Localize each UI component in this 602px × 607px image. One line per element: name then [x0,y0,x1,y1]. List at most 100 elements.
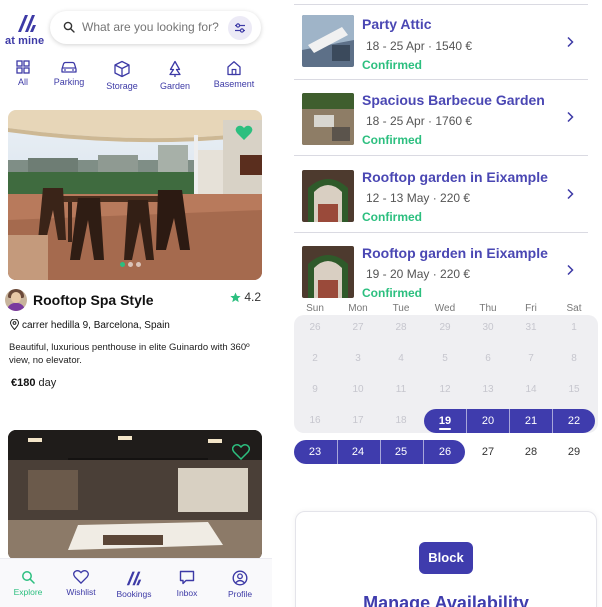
calendar-day[interactable]: 5 [425,347,465,371]
calendar-day[interactable]: 10 [338,378,378,402]
calendar-day-selected[interactable]: 19 [425,409,465,433]
calendar-day[interactable]: 26 [295,316,335,340]
calendar-day[interactable]: 27 [338,316,378,340]
nav-inbox[interactable]: Inbox [162,570,212,598]
nav-bookings[interactable]: Bookings [109,570,159,599]
calendar-day[interactable]: 14 [511,378,551,402]
booking-thumbnail [302,15,354,67]
wishlist-heart-icon[interactable] [235,125,253,141]
booking-dates: 18 - 25 Apr · 1540 € [366,39,473,53]
logo-icon [126,571,142,586]
listing-photo[interactable] [8,110,262,280]
calendar-day[interactable]: 29 [554,440,594,464]
listing-title[interactable]: Rooftop Spa Style [33,292,154,308]
calendar-day[interactable]: 17 [338,409,378,433]
calendar-day[interactable]: 2 [295,347,335,371]
category-storage[interactable]: Storage [101,60,143,91]
block-button[interactable]: Block [419,542,473,574]
chevron-right-icon [567,188,574,200]
booking-title: Rooftop garden in Eixample [362,245,548,261]
booking-title: Spacious Barbecue Garden [362,92,545,108]
calendar-day[interactable]: 8 [554,347,594,371]
category-parking[interactable]: Parking [49,60,89,87]
booking-dates: 12 - 13 May · 220 € [366,191,471,205]
category-all[interactable]: All [8,60,38,87]
booking-thumbnail [302,170,354,222]
calendar-day[interactable]: 11 [381,378,421,402]
calendar-day[interactable]: 30 [468,316,508,340]
calendar-day[interactable]: 28 [381,316,421,340]
nav-wishlist[interactable]: Wishlist [56,570,106,597]
calendar-day[interactable]: 28 [511,440,551,464]
bookings-screen: Party Attic 18 - 25 Apr · 1540 € Confirm… [280,0,602,607]
weekday-label: Fri [525,303,537,314]
app-logo[interactable]: at mine [5,13,49,47]
host-avatar[interactable] [5,289,27,311]
calendar-day[interactable]: 12 [425,378,465,402]
listing-card[interactable] [8,430,262,560]
category-garden[interactable]: Garden [155,60,195,91]
search-bar[interactable] [50,11,261,44]
penthouse-interior-image [8,430,262,560]
plant-icon [169,60,181,77]
category-label: Basement [213,79,255,89]
calendar-day[interactable]: 18 [381,409,421,433]
calendar-day[interactable]: 7 [511,347,551,371]
calendar-day[interactable]: 27 [468,440,508,464]
booking-title: Rooftop garden in Eixample [362,169,548,185]
calendar-day-selected[interactable]: 22 [554,409,594,433]
range-divider [552,409,553,433]
calendar-day[interactable]: 15 [554,378,594,402]
calendar-day[interactable]: 3 [338,347,378,371]
star-icon [230,292,241,303]
search-input[interactable] [82,20,222,34]
calendar-day-selected[interactable]: 24 [338,440,378,464]
explore-screen: at mine All [0,0,272,607]
rating-value: 4.2 [244,290,261,304]
listing-address: carrer hedilla 9, Barcelona, Spain [9,318,170,331]
listing-rating: 4.2 [230,290,261,304]
filter-button[interactable] [228,16,252,40]
nav-explore[interactable]: Explore [3,570,53,597]
booking-item[interactable]: Party Attic 18 - 25 Apr · 1540 € Confirm… [294,4,588,80]
weekday-label: Sun [306,303,324,314]
sliders-icon [235,23,245,33]
attic-image [302,15,354,67]
calendar-day[interactable]: 16 [295,409,335,433]
calendar-day[interactable]: 9 [295,378,335,402]
booking-item[interactable]: Rooftop garden in Eixample 12 - 13 May ·… [294,157,588,233]
pagination-dot [120,262,125,267]
barbecue-garden-image [302,93,354,145]
logo-icon [18,15,36,32]
nav-profile[interactable]: Profile [215,570,265,599]
calendar-day[interactable]: 13 [468,378,508,402]
listing-card[interactable] [8,110,262,280]
calendar-day-selected[interactable]: 20 [468,409,508,433]
calendar-day[interactable]: 1 [554,316,594,340]
booking-item[interactable]: Rooftop garden in Eixample 19 - 20 May ·… [294,234,588,310]
booking-dates: 19 - 20 May · 220 € [366,267,471,281]
nav-label: Inbox [176,588,198,598]
calendar-day-selected[interactable]: 23 [295,440,335,464]
weekday-label: Thu [479,303,497,314]
category-label: Parking [53,77,85,87]
bottom-navigation: Explore Wishlist Bookings Inbox Profile [0,558,272,607]
range-divider [466,409,467,433]
calendar-day-selected[interactable]: 21 [511,409,551,433]
category-basement[interactable]: Basement [207,60,261,89]
pagination-dot [128,262,133,267]
car-icon [61,61,77,73]
category-bar: All Parking Storage Garden Basement [0,60,272,96]
range-divider [509,409,510,433]
calendar-day[interactable]: 31 [511,316,551,340]
category-label: All [17,77,28,87]
calendar-day-selected[interactable]: 26 [425,440,465,464]
calendar-day[interactable]: 6 [468,347,508,371]
wishlist-heart-icon[interactable] [232,444,250,460]
calendar-day-selected[interactable]: 25 [381,440,421,464]
calendar-day[interactable]: 29 [425,316,465,340]
calendar-day[interactable]: 4 [381,347,421,371]
manage-availability-card: Block Manage Availability [295,511,597,607]
booking-item[interactable]: Spacious Barbecue Garden 18 - 25 Apr · 1… [294,80,588,156]
price-amount: €180 [11,377,36,389]
